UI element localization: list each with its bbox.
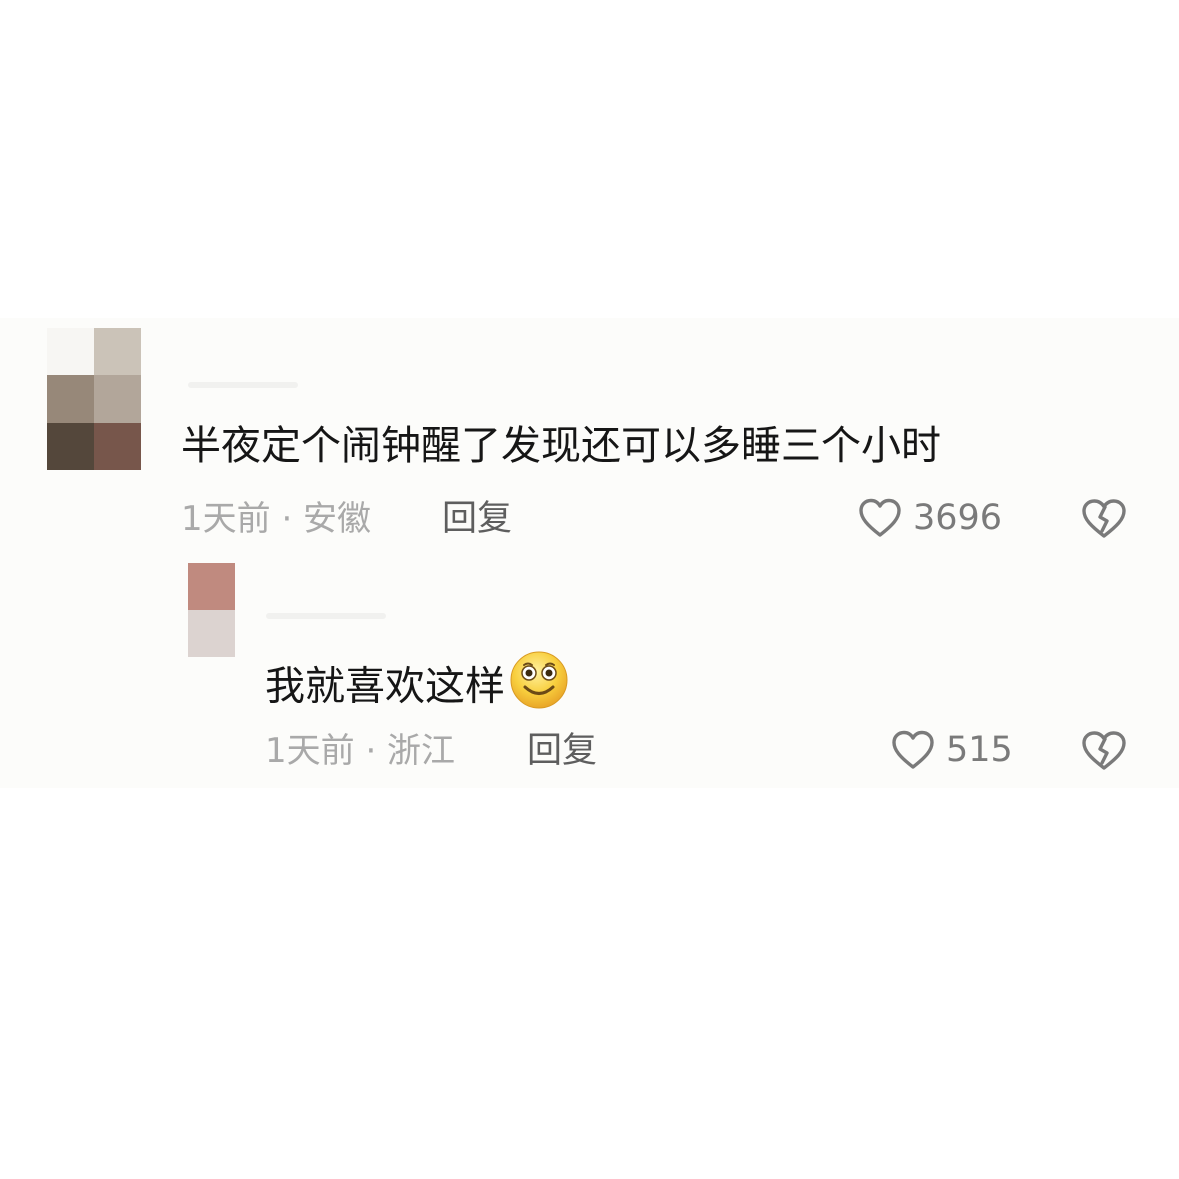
username-blurred[interactable]	[188, 382, 298, 388]
comment-text: 半夜定个闹钟醒了发现还可以多睡三个小时	[181, 423, 941, 469]
comment-meta: 1天前 · 安徽	[181, 498, 371, 540]
time-location: 1天前 · 安徽	[181, 499, 372, 539]
avatar[interactable]	[188, 563, 235, 657]
broken-heart-icon	[1080, 497, 1128, 541]
time-location: 1天前 · 浙江	[265, 731, 456, 771]
avatar-pixel	[47, 423, 94, 470]
avatar-pixel	[94, 423, 141, 470]
reply-button[interactable]: 回复	[442, 498, 512, 540]
comment-text: 我就喜欢这样	[265, 650, 569, 724]
dislike-button[interactable]	[1080, 729, 1128, 773]
avatar-pixel	[47, 375, 94, 423]
avatar-pixel	[188, 610, 235, 657]
avatar[interactable]	[47, 328, 141, 470]
comment-meta: 1天前 · 浙江	[265, 730, 455, 772]
like-count: 515	[946, 730, 1013, 770]
avatar-pixel	[94, 375, 141, 423]
reply-button[interactable]: 回复	[527, 730, 597, 772]
avatar-pixel	[94, 328, 141, 375]
comment-section	[0, 318, 1179, 788]
like-button[interactable]: 3696	[857, 497, 1002, 539]
dislike-button[interactable]	[1080, 497, 1128, 541]
like-count: 3696	[913, 498, 1003, 538]
broken-heart-icon	[1080, 729, 1128, 773]
comment-text-content: 我就喜欢这样	[265, 663, 505, 710]
heart-outline-icon	[857, 497, 903, 539]
heart-outline-icon	[890, 729, 936, 771]
avatar-pixel	[47, 328, 94, 375]
avatar-pixel	[188, 563, 235, 610]
like-button[interactable]: 515	[890, 729, 1013, 771]
username-blurred[interactable]	[266, 613, 386, 619]
smiling-emoji-icon	[509, 650, 569, 721]
